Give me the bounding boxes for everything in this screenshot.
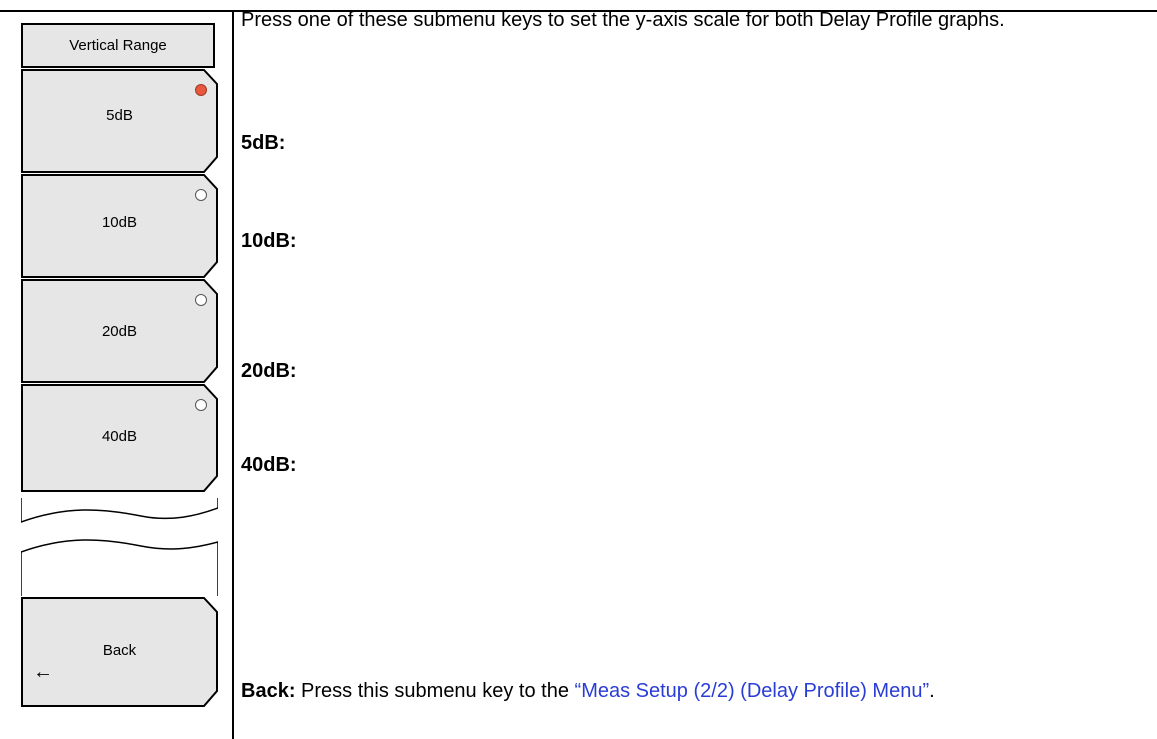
back-end: . <box>929 680 935 702</box>
back-key-label: Back <box>102 642 137 659</box>
unselected-indicator-icon <box>195 189 207 201</box>
key-10db[interactable]: 10dB <box>21 174 218 278</box>
back-description: Back: Press this submenu key to the “Mea… <box>241 679 1141 704</box>
term-5db: 5dB: <box>241 132 286 154</box>
selected-indicator-icon <box>195 84 207 96</box>
menu-break-wave <box>21 498 218 596</box>
key-5db[interactable]: 5dB <box>21 69 218 173</box>
key-label: 40dB <box>101 428 138 445</box>
key-label: 20dB <box>101 323 138 340</box>
key-label: 10dB <box>101 214 138 231</box>
back-key[interactable]: Back ← <box>21 597 218 707</box>
term-40db: 40dB: <box>241 454 297 476</box>
menu-title: Vertical Range <box>21 23 215 68</box>
intro-text: Press one of these submenu keys to set t… <box>241 9 1005 31</box>
unselected-indicator-icon <box>195 399 207 411</box>
column-divider <box>232 10 234 739</box>
meas-setup-link[interactable]: “Meas Setup (2/2) (Delay Profile) Menu” <box>575 680 930 702</box>
back-text: Press this submenu key to the <box>301 680 569 702</box>
term-10db: 10dB: <box>241 230 297 252</box>
back-term: Back: <box>241 680 296 702</box>
term-20db: 20dB: <box>241 360 297 382</box>
key-40db[interactable]: 40dB <box>21 384 218 492</box>
menu-title-label: Vertical Range <box>69 37 167 54</box>
back-arrow-icon: ← <box>33 661 53 683</box>
key-20db[interactable]: 20dB <box>21 279 218 383</box>
key-label: 5dB <box>106 107 133 124</box>
unselected-indicator-icon <box>195 294 207 306</box>
